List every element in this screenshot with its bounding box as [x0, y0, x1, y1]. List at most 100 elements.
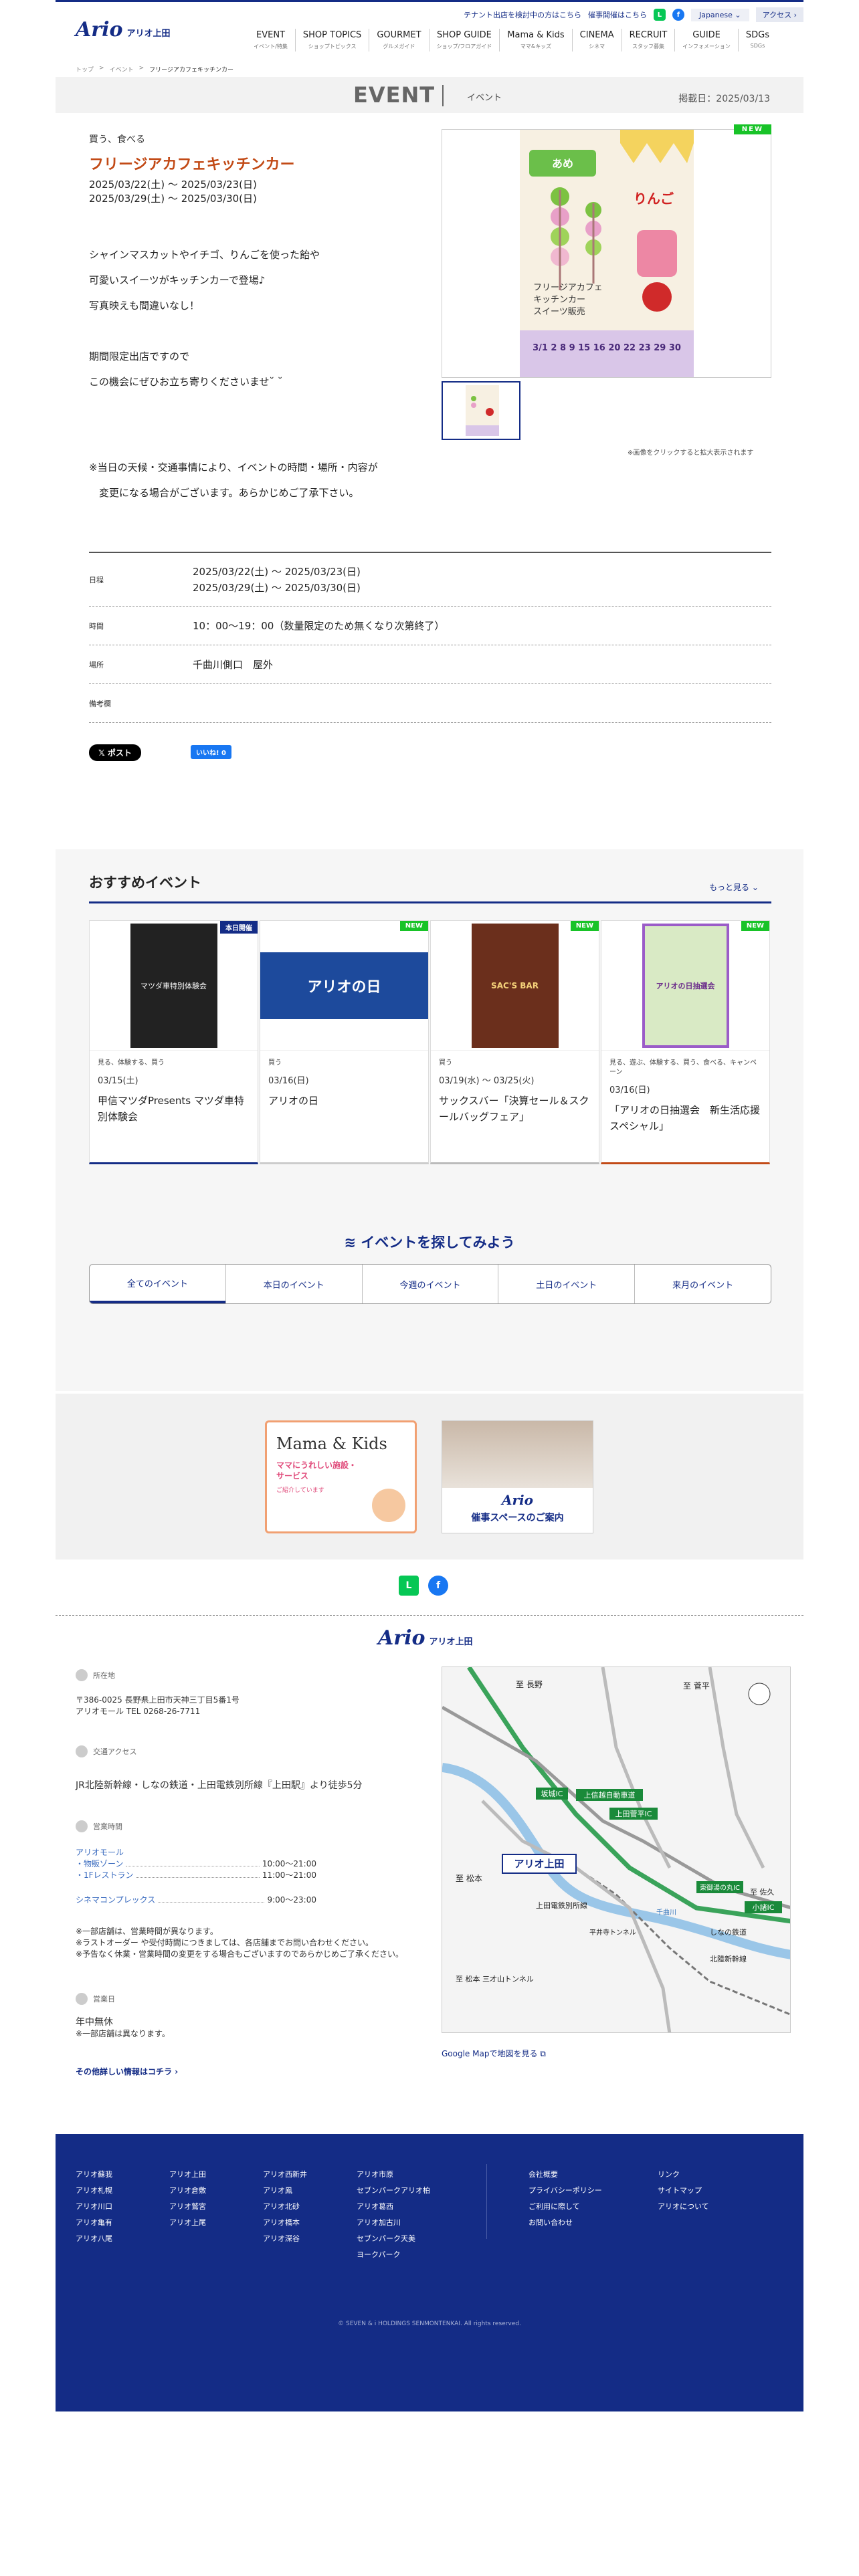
card-thumb: アリオの日 [260, 952, 428, 1019]
svg-text:あめ: あめ [552, 157, 573, 170]
nav-mama-kids[interactable]: Mama & Kids ママ&キッズ [499, 29, 571, 51]
facebook-icon[interactable]: f [428, 1576, 448, 1596]
event-card[interactable]: NEW アリオの日 買う 03/16(日) アリオの日 [260, 920, 429, 1164]
footer-logo[interactable]: Ario アリオ上田 [378, 1626, 473, 1650]
footer-link[interactable]: サイトマップ [658, 2183, 709, 2199]
fb-like-label: いいね! 0 [196, 750, 226, 757]
more-link[interactable]: もっと見る ⌄ [709, 881, 759, 893]
x-post-button[interactable]: 𝕏 ポスト [89, 744, 141, 761]
language-select[interactable]: Japanese ⌄ [690, 8, 749, 21]
event-space-banner[interactable]: Ario 催事スペースのご案内 [442, 1420, 593, 1533]
footer-link[interactable]: アリオ北砂 [263, 2199, 307, 2215]
footer-link[interactable]: アリオ倉敷 [169, 2183, 206, 2199]
tab-next-month[interactable]: 来月のイベント [634, 1265, 771, 1303]
map-label: 至 長野 [516, 1680, 543, 1689]
hours-name[interactable]: ・物販ゾーン [76, 1858, 123, 1870]
nav-guide[interactable]: GUIDE インフォメーション [674, 29, 738, 51]
hours-name[interactable]: シネマコンプレックス [76, 1895, 155, 1906]
footer-link[interactable]: アリオ市原 [357, 2167, 430, 2183]
hours-name[interactable]: アリオモール [76, 1847, 316, 1858]
line-icon[interactable]: L [399, 1576, 419, 1596]
footer-link[interactable]: アリオ上田 [169, 2167, 206, 2183]
mama-kids-banner[interactable]: Mama & Kids ママにうれしい施設・サービス ご紹介しています [265, 1420, 417, 1533]
desc-line: 可愛いスイーツがキッチンカーで登場♪ [89, 274, 266, 286]
footer-link[interactable]: ヨークパーク [357, 2247, 430, 2263]
footer-link[interactable]: アリオ加古川 [357, 2215, 430, 2231]
note-line: ※一部店舗は、営業時間が異なります。 [76, 1927, 218, 1936]
tab-today[interactable]: 本日のイベント [225, 1265, 362, 1303]
card-badge: NEW [399, 921, 428, 931]
event-card[interactable]: NEW SAC'S BAR 買う 03/19(水) 〜 03/25(火) サック… [430, 920, 599, 1164]
nav-shop-guide[interactable]: SHOP GUIDE ショップ/フロアガイド [428, 29, 500, 51]
heading-label: 営業日 [93, 1995, 115, 2004]
footer-link[interactable]: アリオ葛西 [357, 2199, 430, 2215]
event-description: シャインマスカットやイチゴ、りんごを使った飴や 可愛いスイーツがキッチンカーで登… [89, 242, 320, 395]
image-thumbnail[interactable] [442, 381, 520, 440]
address-heading: 所在地 [76, 1669, 115, 1681]
posted-date: 掲載日：2025/03/13 [678, 94, 770, 104]
card-title: アリオの日 [268, 1095, 319, 1107]
map-label: 上田菅平IC [615, 1810, 652, 1818]
footer-link[interactable]: ご利用に際して [529, 2199, 602, 2215]
footer-link[interactable]: リンク [658, 2167, 709, 2183]
desc-line: 写真映えも間違いなし！ [89, 300, 200, 312]
tenant-link[interactable]: テナント出店を検討中の方はこちら [464, 9, 581, 20]
event-card[interactable]: NEW アリオの日抽選会 見る、遊ぶ、体験する、買う、食べる、キャンペーン 03… [601, 920, 770, 1164]
access-button[interactable]: アクセス › [755, 7, 803, 22]
nav-label: SHOP GUIDE [436, 30, 492, 40]
footer-link[interactable]: お問い合わせ [529, 2215, 602, 2231]
footer-link[interactable]: アリオ札幌 [76, 2183, 112, 2199]
banner-title: Mama & Kids [276, 1434, 387, 1453]
footer-link[interactable]: アリオ鷲宮 [169, 2199, 206, 2215]
footer-col-1: アリオ蘇我 アリオ札幌 アリオ川口 アリオ亀有 アリオ八尾 [76, 2167, 112, 2247]
footer-link[interactable]: アリオについて [658, 2199, 709, 2215]
hours-text: アリオモール ・物販ゾーン 10:00〜21:00 ・1Fレストラン 11:00〜2… [76, 1847, 316, 1906]
footer-col-5: 会社概要 プライバシーポリシー ご利用に際して お問い合わせ [529, 2167, 602, 2231]
map-label: 至 松本 三才山トンネル [456, 1974, 534, 1983]
more-info-link[interactable]: その他詳しい情報はコチラ › [76, 2066, 178, 2078]
nav-sdgs[interactable]: SDGs SDGs [737, 29, 777, 51]
facebook-icon[interactable]: f [672, 9, 684, 21]
footer-link[interactable]: セブンパークアリオ柏 [357, 2183, 430, 2199]
breadcrumb-event[interactable]: イベント [110, 65, 134, 74]
event-space-link[interactable]: 催事開催はこちら [588, 9, 647, 20]
nav-shop-topics[interactable]: SHOP TOPICS ショップトピックス [294, 29, 369, 51]
footer-link[interactable]: プライバシーポリシー [529, 2183, 602, 2199]
tab-this-week[interactable]: 今週のイベント [361, 1265, 498, 1303]
logo-mark: Ario [378, 1626, 425, 1650]
footer-link[interactable]: アリオ蘇我 [76, 2167, 112, 2183]
event-main-image[interactable]: NEW あめ りんご フリージアカフェ キッチンカー スイーツ販売 3/1 2 … [442, 124, 771, 378]
tab-weekend[interactable]: 土日のイベント [498, 1265, 634, 1303]
hours-name[interactable]: ・1Fレストラン [76, 1870, 134, 1881]
site-logo[interactable]: Ario アリオ上田 [76, 18, 171, 41]
fb-like-button[interactable]: いいね! 0 [191, 745, 231, 759]
google-map-link[interactable]: Google Mapで地図を見る ⧉ [442, 2048, 546, 2059]
card-image: 本日開催 マツダ車特別体験会 [90, 921, 258, 1051]
breadcrumb-top[interactable]: トップ [76, 65, 94, 74]
access-map[interactable]: 至 長野 至 菅平 上信越自動車道 上田菅平IC アリオ上田 坂城IC 至 松本… [442, 1667, 791, 2033]
footer-link[interactable]: アリオ鳳 [263, 2183, 307, 2199]
poster-text-line: キッチンカー [533, 295, 585, 305]
footer-link[interactable]: アリオ上尾 [169, 2215, 206, 2231]
footer-link[interactable]: アリオ西新井 [263, 2167, 307, 2183]
footer-link[interactable]: アリオ亀有 [76, 2215, 112, 2231]
footer-link[interactable]: 会社概要 [529, 2167, 602, 2183]
train-icon [76, 1745, 88, 1757]
nav-recruit[interactable]: RECRUIT スタッフ募集 [621, 29, 675, 51]
card-category: 買う [439, 1059, 452, 1067]
footer-link[interactable]: セブンパーク天美 [357, 2231, 430, 2247]
nav-cinema[interactable]: CINEMA シネマ [571, 29, 622, 51]
page-title: EVENT [353, 82, 436, 108]
nav-event[interactable]: EVENT イベント/特集 [246, 29, 295, 51]
line-icon[interactable]: L [653, 9, 666, 21]
tab-all-events[interactable]: 全てのイベント [90, 1265, 225, 1303]
nav-gourmet[interactable]: GOURMET グルメガイド [369, 29, 428, 51]
calendar-icon [76, 1993, 88, 2005]
footer-link[interactable]: アリオ川口 [76, 2199, 112, 2215]
footer-link[interactable]: アリオ八尾 [76, 2231, 112, 2247]
footer-link[interactable]: アリオ橋本 [263, 2215, 307, 2231]
footer-link[interactable]: アリオ深谷 [263, 2231, 307, 2247]
thumbnail-image [466, 385, 499, 436]
event-card[interactable]: 本日開催 マツダ車特別体験会 見る、体験する、買う 03/15(土) 甲信マツダ… [89, 920, 258, 1164]
map-label: 至 松本 [456, 1874, 482, 1883]
